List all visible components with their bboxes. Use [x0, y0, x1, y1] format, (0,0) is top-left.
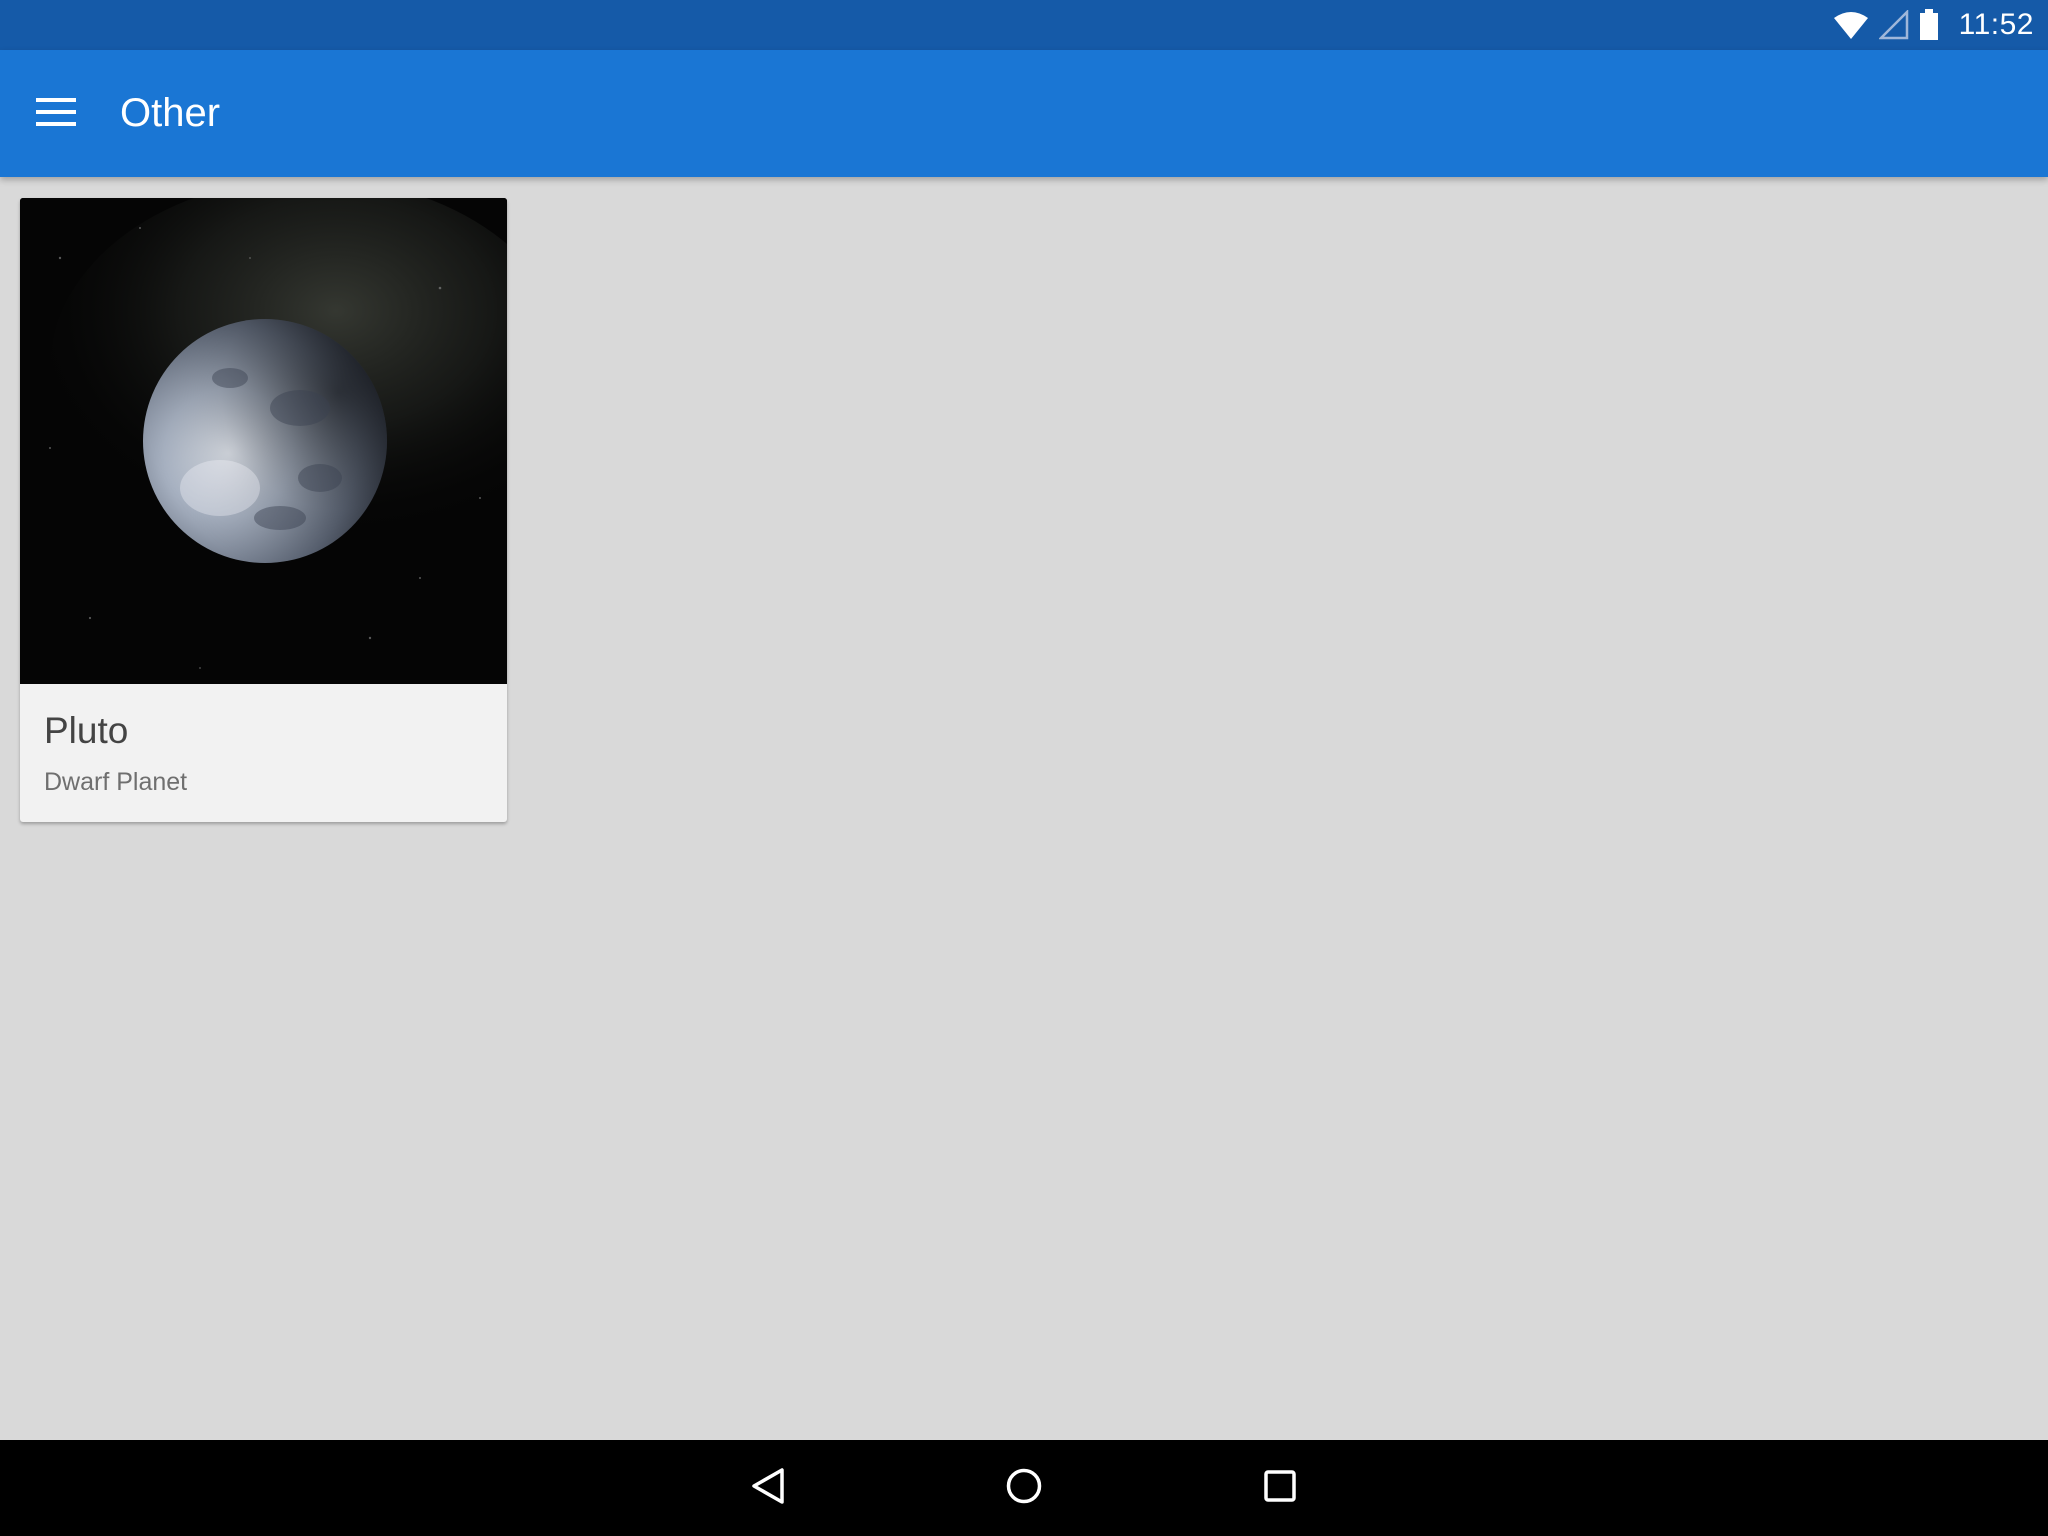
status-icons: 11:52: [1833, 0, 2034, 50]
home-icon: [1005, 1467, 1043, 1510]
content-grid: Pluto Dwarf Planet: [0, 177, 2048, 1440]
card-title: Pluto: [44, 710, 129, 751]
navigation-bar: [0, 1440, 2048, 1536]
back-button[interactable]: [738, 1458, 798, 1518]
hamburger-menu-icon: [36, 97, 76, 132]
recents-button[interactable]: [1250, 1458, 1310, 1518]
status-bar: 11:52: [0, 0, 2048, 50]
card-subtitle: Dwarf Planet: [44, 768, 188, 796]
cell-signal-icon: [1878, 10, 1909, 40]
menu-button[interactable]: [20, 78, 92, 150]
status-time: 11:52: [1958, 8, 2034, 41]
battery-icon: [1919, 9, 1939, 41]
back-icon: [750, 1467, 786, 1510]
page-title: Other: [120, 91, 221, 135]
pluto-image: [20, 198, 507, 684]
card-pluto[interactable]: Pluto Dwarf Planet: [20, 198, 507, 822]
home-button[interactable]: [994, 1458, 1054, 1518]
recents-icon: [1263, 1469, 1297, 1508]
app-bar: Other: [0, 50, 2048, 177]
wifi-icon: [1833, 10, 1869, 40]
